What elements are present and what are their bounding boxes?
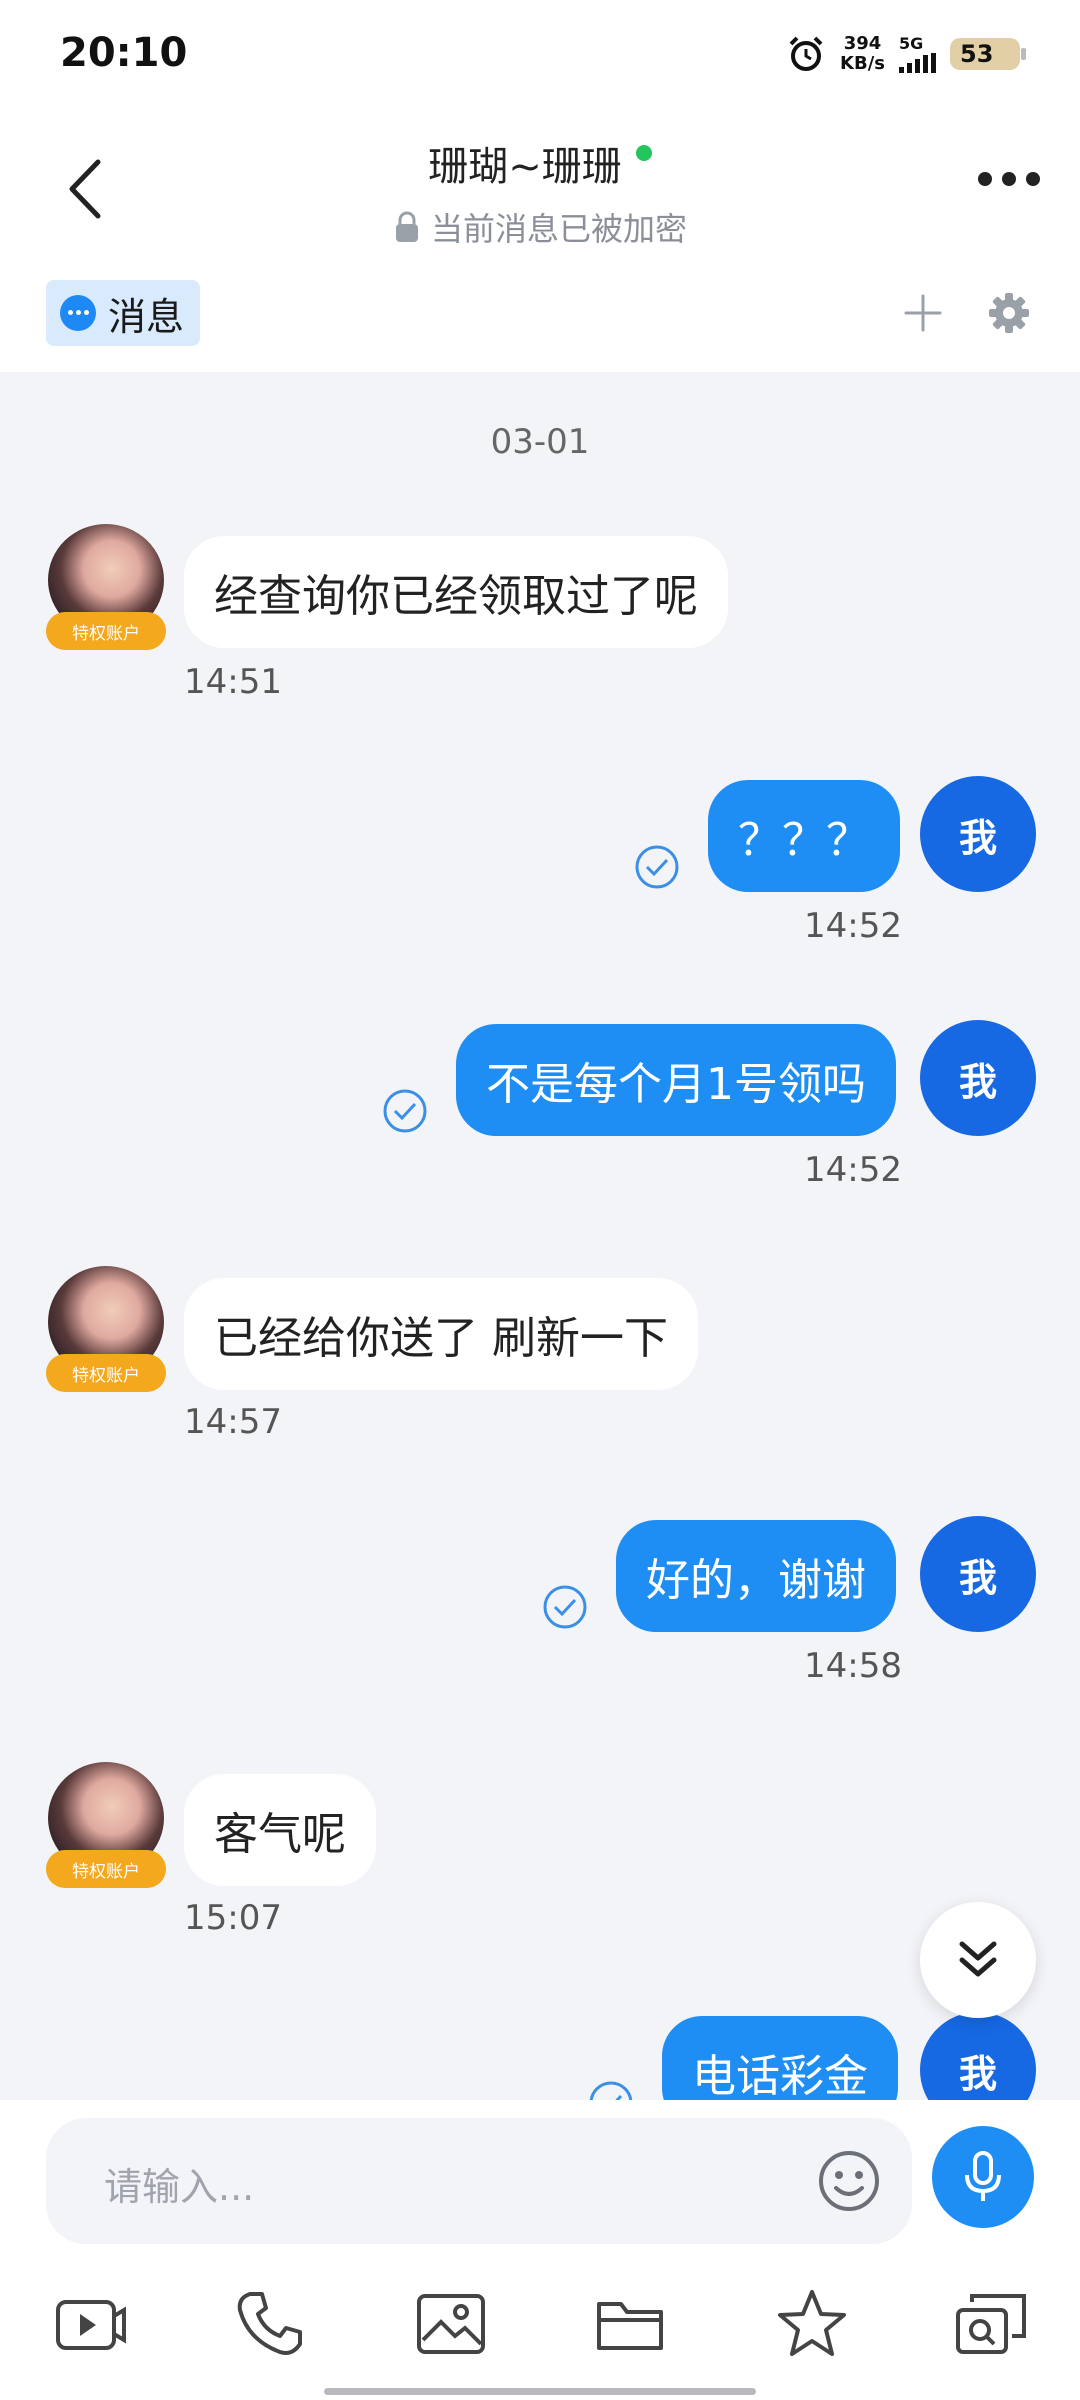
privileged-account-badge: 特权账户	[46, 1354, 166, 1392]
contact-name-text: 珊瑚~珊珊	[428, 144, 622, 190]
star-icon[interactable]	[774, 2286, 850, 2362]
read-check-icon	[383, 1089, 427, 1133]
plus-icon[interactable]	[900, 290, 946, 336]
lock-icon	[395, 211, 418, 242]
network-type: 5G	[899, 34, 924, 53]
contact-avatar[interactable]: 特权账户	[46, 524, 166, 650]
phone-icon[interactable]	[232, 2286, 308, 2362]
battery-indicator: 53	[950, 38, 1026, 70]
message-bubble-outgoing[interactable]: 电话彩金	[662, 2016, 898, 2100]
my-avatar[interactable]: 我	[920, 2012, 1036, 2100]
message-bubble-incoming[interactable]: 已经给你送了 刷新一下	[184, 1278, 698, 1390]
date-divider: 03-01	[490, 422, 590, 462]
message-time: 14:52	[804, 906, 902, 946]
my-avatar[interactable]: 我	[920, 1020, 1036, 1136]
read-check-icon	[589, 2081, 633, 2100]
contact-avatar[interactable]: 特权账户	[46, 1762, 166, 1888]
contact-name[interactable]: 珊瑚~珊珊	[428, 134, 652, 192]
alarm-icon	[789, 36, 823, 71]
chat-header: 珊瑚~珊珊 当前消息已被加密	[0, 110, 1080, 270]
double-chevron-down-icon	[959, 1941, 997, 1977]
message-time: 14:52	[804, 1150, 902, 1190]
status-icons: 394 KB/s 5G 53	[786, 34, 1026, 74]
message-input-placeholder: 请输入...	[104, 2165, 255, 2209]
home-indicator[interactable]	[324, 2388, 756, 2395]
status-time: 20:10	[60, 30, 188, 76]
message-input[interactable]: 请输入...	[46, 2118, 912, 2244]
online-status-dot	[635, 145, 652, 161]
read-check-icon	[635, 845, 679, 889]
title-block: 珊瑚~珊珊 当前消息已被加密	[0, 134, 1080, 250]
folder-icon[interactable]	[593, 2286, 669, 2362]
emoji-icon[interactable]	[816, 2148, 882, 2214]
more-options-icon[interactable]	[978, 172, 1040, 186]
battery-level: 53	[960, 40, 994, 68]
message-bubble-incoming[interactable]: 客气呢	[184, 1774, 376, 1886]
message-time: 14:58	[804, 1646, 902, 1686]
image-icon[interactable]	[413, 2286, 489, 2362]
tab-row: 消息	[0, 270, 1080, 372]
video-call-icon[interactable]	[52, 2286, 128, 2362]
my-avatar[interactable]: 我	[920, 1516, 1036, 1632]
card-search-icon[interactable]	[954, 2286, 1030, 2362]
message-bubble-icon	[60, 295, 96, 331]
chat-history[interactable]: 03-01 特权账户 经查询你已经领取过了呢 14:51 我 ？？？ 14:52…	[0, 372, 1080, 2100]
read-check-icon	[543, 1585, 587, 1629]
encryption-notice: 当前消息已被加密	[393, 204, 687, 250]
microphone-icon	[965, 2151, 1001, 2201]
network-speed: 394 KB/s	[840, 34, 885, 74]
my-avatar[interactable]: 我	[920, 776, 1036, 892]
signal-indicator: 5G	[899, 35, 936, 73]
tab-messages-label: 消息	[108, 294, 185, 339]
message-time: 14:57	[184, 1402, 282, 1442]
scroll-to-bottom-button[interactable]	[920, 1902, 1036, 2018]
gear-icon[interactable]	[986, 290, 1032, 336]
message-time: 15:07	[184, 1898, 282, 1938]
privileged-account-badge: 特权账户	[46, 612, 166, 650]
toolbar	[0, 2286, 1080, 2362]
contact-avatar[interactable]: 特权账户	[46, 1266, 166, 1392]
input-bar: 请输入...	[0, 2100, 1080, 2400]
encryption-text: 当前消息已被加密	[430, 210, 687, 248]
message-bubble-outgoing[interactable]: 不是每个月1号领吗	[456, 1024, 896, 1136]
message-bubble-outgoing[interactable]: 好的，谢谢	[616, 1520, 896, 1632]
privileged-account-badge: 特权账户	[46, 1850, 166, 1888]
signal-bars-icon	[899, 53, 936, 73]
voice-input-button[interactable]	[932, 2126, 1034, 2228]
message-bubble-incoming[interactable]: 经查询你已经领取过了呢	[184, 536, 728, 648]
status-bar: 20:10 394 KB/s 5G 53	[0, 0, 1080, 110]
speed-value: 394	[843, 33, 882, 54]
message-bubble-outgoing[interactable]: ？？？	[708, 780, 900, 892]
speed-unit: KB/s	[840, 53, 885, 74]
tab-messages[interactable]: 消息	[46, 280, 201, 346]
message-time: 14:51	[184, 662, 282, 702]
